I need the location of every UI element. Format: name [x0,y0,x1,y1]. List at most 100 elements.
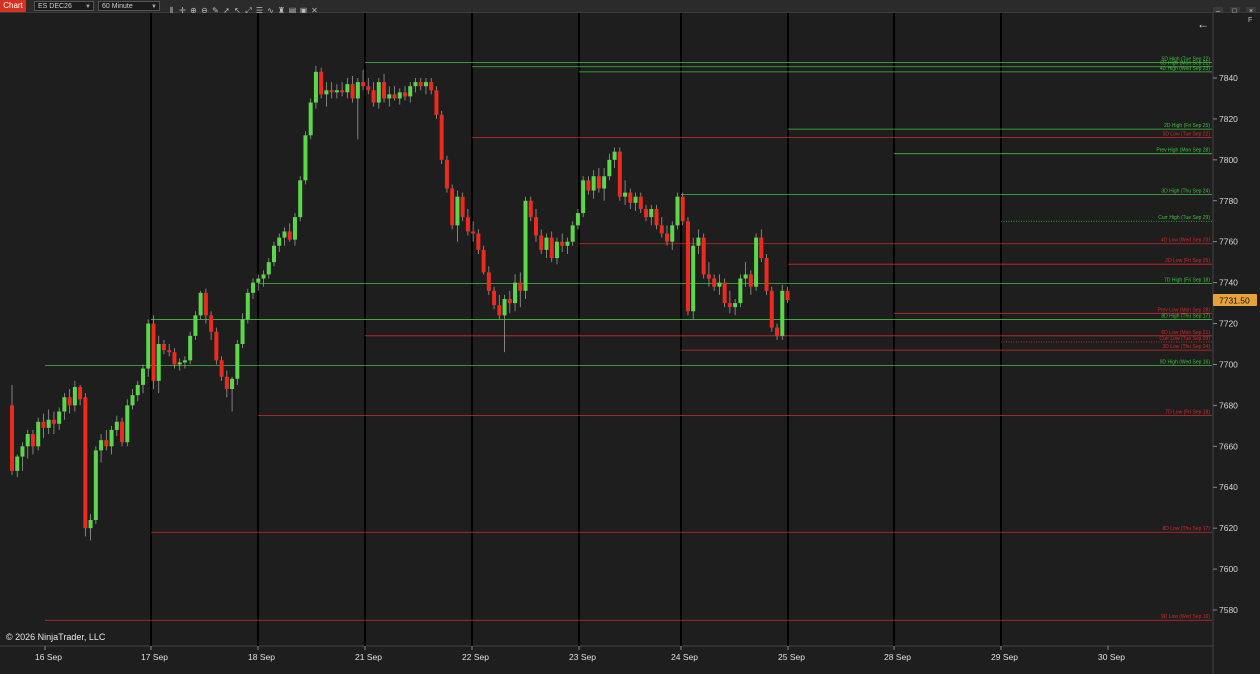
y-tick-label: 7600 [1219,564,1238,574]
candle-body [565,241,570,246]
candle-body [733,303,738,308]
candle-body [429,82,434,91]
candle-body [177,362,182,365]
candle-body [764,258,769,291]
candle-body [340,90,345,93]
candle-body [15,456,20,471]
candle-body [193,315,198,336]
candle-body [418,82,423,87]
candle-body [198,292,203,316]
candle-body [182,360,187,363]
level-label: Curr High (Tue Sep 29) [1158,215,1210,221]
candle-body [172,352,177,365]
candle-body [628,192,633,203]
candle-body [523,200,528,291]
x-tick-label: 24 Sep [671,652,698,662]
candle-body [277,237,282,246]
candle-body [434,90,439,115]
candle-body [649,208,654,218]
candle-body [334,90,339,93]
level-label: 6D Low (Mon Sep 21) [1161,330,1210,336]
candle-body [209,315,214,332]
candle-body [397,92,402,99]
candle-body [308,102,313,136]
x-tick-label: 16 Sep [35,652,62,662]
copyright-text: © 2026 NinjaTrader, LLC [6,632,106,642]
candle-body [450,188,455,226]
candle-body [256,278,261,283]
candle-body [654,208,659,226]
level-label: 5D Low (Tue Sep 22) [1163,131,1211,137]
candle-body [670,225,675,242]
candle-body [696,237,701,246]
candle-body [146,323,151,369]
candle-body [25,434,30,447]
level-label: Prev High (Mon Sep 28) [1156,148,1210,154]
candle-body [20,446,25,457]
candle-body [135,384,140,396]
candle-body [245,292,250,320]
candle-body [596,176,601,189]
candle-body [392,94,397,99]
candle-body [188,335,193,361]
candle-body [345,84,350,93]
candle-body [644,208,649,218]
candle-body [355,82,360,99]
x-tick-label: 18 Sep [248,652,275,662]
candle-body [292,217,297,240]
x-tick-label: 17 Sep [141,652,168,662]
chevron-down-icon: ▼ [85,4,91,10]
candle-body [659,225,664,234]
candle-body [224,376,229,390]
interval-select[interactable]: 60 Minute ▼ [98,1,160,11]
candle-body [313,71,318,103]
chart-toolbar: Chart ES DEC26 ▼ 60 Minute ▼ ⦀ ✛ ⊕ ⊖ ✎ ➚ ↖ ⤢ ☰ ∿ ♜… [0,0,1260,17]
y-tick-label: 7760 [1219,237,1238,247]
price-chart[interactable]: 5D High (Tue Sep 22)6D High (Mon Sep 21)… [0,13,1260,674]
candle-body [544,237,549,250]
level-label: Curr Low (Tue Sep 29) [1159,336,1210,342]
candle-body [130,395,135,406]
candle-body [114,421,119,430]
candle-body [88,519,93,529]
candle-body [439,114,444,160]
candle-body [287,231,292,240]
candle-body [62,397,67,412]
level-label: 3D High (Thu Sep 24) [1161,189,1210,195]
instrument-select[interactable]: ES DEC26 ▼ [34,1,94,11]
y-tick-label: 7700 [1219,359,1238,369]
candle-body [581,180,586,214]
window-controls: – □ × [1211,0,1256,17]
back-arrow-icon[interactable]: ← [1197,17,1209,31]
candle-body [78,386,83,400]
candle-body [366,86,371,91]
x-tick-label: 23 Sep [569,652,596,662]
candle-body [57,411,62,424]
x-tick-label: 29 Sep [991,652,1018,662]
candle-body [785,290,790,301]
candle-body [235,344,240,379]
candle-body [444,159,449,189]
candle-body [476,233,481,250]
y-tick-label: 7640 [1219,482,1238,492]
y-tick-label: 7580 [1219,605,1238,615]
interval-value: 60 Minute [102,3,133,10]
candle-body [371,90,376,103]
candle-body [706,274,711,279]
candle-body [51,419,56,424]
instrument-value: ES DEC26 [38,3,72,10]
level-label: 2D Low (Fri Sep 25) [1165,258,1210,264]
candle-body [575,213,580,226]
candle-body [691,245,696,312]
candle-body [455,196,460,226]
candle-body [41,421,46,428]
candle-body [120,421,125,443]
candle-body [30,434,35,447]
candle-body [727,303,732,308]
candle-body [638,196,643,209]
candle-body [125,405,130,443]
tab-chart[interactable]: Chart [0,0,26,12]
candle-body [350,84,355,99]
level-label: Prev Low (Mon Sep 28) [1157,307,1210,313]
candle-body [607,159,612,177]
